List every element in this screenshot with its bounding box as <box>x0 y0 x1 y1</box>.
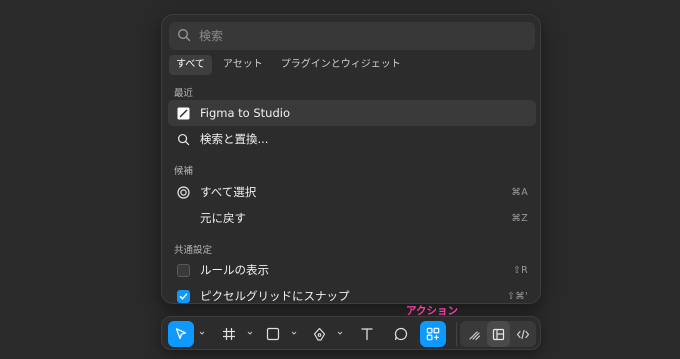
tab-assets[interactable]: アセット <box>216 55 270 75</box>
actions-icon <box>426 327 440 341</box>
chevron-down-icon[interactable] <box>291 330 297 336</box>
search-bar[interactable] <box>169 22 535 50</box>
text-tool-button[interactable] <box>354 321 380 347</box>
chevron-down-icon[interactable] <box>199 330 205 336</box>
bottom-toolbar <box>161 316 541 350</box>
search-input[interactable] <box>199 29 519 43</box>
target-icon <box>176 185 190 199</box>
suggestion-item-select-all[interactable]: すべて選択 ⌘A <box>168 179 536 205</box>
shortcut-hint: ⌘Z <box>511 212 528 224</box>
chevron-down-icon[interactable] <box>247 330 253 336</box>
plugin-slash-icon <box>176 106 190 120</box>
shortcut-hint: ⇧R <box>512 264 528 276</box>
rectangle-tool-icon <box>266 327 280 341</box>
quick-actions-panel: すべて アセット プラグインとウィジェット 最近 Figma to Studio… <box>161 14 541 304</box>
design-mode-button[interactable] <box>487 321 510 347</box>
search-icon <box>177 27 191 46</box>
tab-bar: すべて アセット プラグインとウィジェット <box>169 55 408 75</box>
recent-item-label: Figma to Studio <box>200 106 291 120</box>
frame-tool-button[interactable] <box>216 321 242 347</box>
section-suggestions-heading: 候補 <box>174 166 194 177</box>
suggestion-item-undo[interactable]: 元に戻す ⌘Z <box>168 205 536 231</box>
section-recent-heading: 最近 <box>174 88 194 99</box>
chevron-down-icon[interactable] <box>337 330 343 336</box>
draw-mode-button[interactable] <box>462 321 486 347</box>
toolbar-divider <box>456 322 457 346</box>
rectangle-tool-button[interactable] <box>260 321 286 347</box>
tab-plugins-widgets[interactable]: プラグインとウィジェット <box>274 55 408 75</box>
recent-item-label: 検索と置換... <box>200 132 269 146</box>
comment-tool-icon <box>394 327 408 341</box>
design-mode-icon <box>492 328 505 340</box>
suggestion-item-label: すべて選択 <box>200 185 257 199</box>
recent-item-figma-to-studio[interactable]: Figma to Studio <box>168 100 536 126</box>
actions-button[interactable] <box>420 321 446 347</box>
check-icon <box>179 292 187 300</box>
checkbox-unchecked[interactable] <box>176 263 190 277</box>
dev-mode-button[interactable] <box>511 321 535 347</box>
mode-switcher <box>460 321 536 347</box>
dev-mode-icon <box>516 329 530 339</box>
common-item-snap-pixel-grid[interactable]: ピクセルグリッドにスナップ ⇧⌘' <box>168 283 536 303</box>
comment-tool-button[interactable] <box>388 321 414 347</box>
tab-all[interactable]: すべて <box>169 55 212 75</box>
common-item-label: ピクセルグリッドにスナップ <box>200 289 350 303</box>
shortcut-hint: ⇧⌘' <box>507 290 528 302</box>
pen-tool-button[interactable] <box>306 321 332 347</box>
text-tool-icon <box>361 328 373 341</box>
frame-tool-icon <box>223 328 235 340</box>
common-item-show-rulers[interactable]: ルールの表示 ⇧R <box>168 257 536 283</box>
pen-tool-icon <box>313 327 325 341</box>
shortcut-hint: ⌘A <box>511 186 528 198</box>
draw-mode-icon <box>468 330 480 340</box>
common-item-label: ルールの表示 <box>200 263 269 277</box>
section-common-heading: 共通設定 <box>174 245 213 256</box>
search-icon <box>176 132 190 146</box>
checkbox-checked[interactable] <box>176 289 190 303</box>
move-tool-icon <box>175 328 187 340</box>
move-tool-button[interactable] <box>168 321 194 347</box>
recent-item-find-replace[interactable]: 検索と置換... <box>168 126 536 152</box>
suggestion-item-label: 元に戻す <box>200 211 246 225</box>
